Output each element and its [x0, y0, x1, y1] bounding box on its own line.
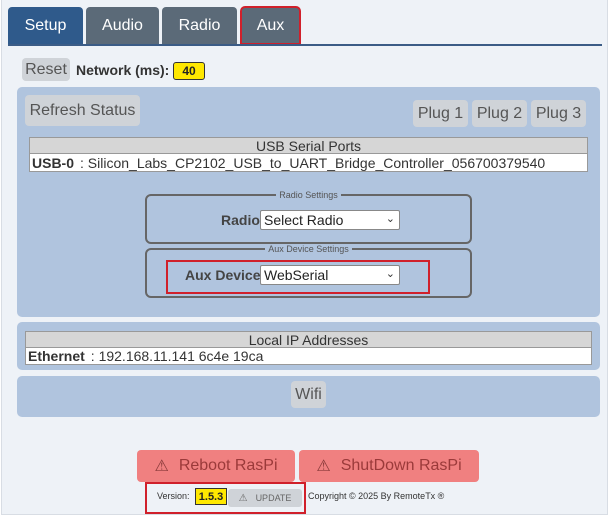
radio-select-value: Select Radio — [264, 212, 344, 228]
update-button[interactable]: ⚠ UPDATE — [228, 489, 302, 507]
aux-device-label: Aux Device — [185, 267, 261, 283]
chevron-down-icon: ⌄ — [385, 213, 395, 225]
network-label: Network (ms): — [76, 62, 170, 78]
shutdown-raspi-label: ShutDown RasPi — [340, 457, 462, 474]
plug-2-button[interactable]: Plug 2 — [472, 100, 527, 127]
wifi-button[interactable]: Wifi — [291, 381, 326, 408]
usb-serial-ports-header: USB Serial Ports — [29, 137, 588, 154]
tab-setup[interactable]: Setup — [8, 7, 83, 44]
aux-device-select[interactable]: WebSerial ⌄ — [260, 265, 400, 285]
reboot-raspi-button[interactable]: ⚠ Reboot RasPi — [137, 450, 295, 482]
ip-address-value: : 192.168.11.141 6c4e 19ca — [90, 348, 264, 364]
update-label: UPDATE — [255, 493, 292, 503]
plug-1-button[interactable]: Plug 1 — [413, 100, 468, 127]
aux-device-select-value: WebSerial — [264, 267, 329, 283]
shutdown-raspi-button[interactable]: ⚠ ShutDown RasPi — [299, 450, 479, 482]
copyright-text: Copyright © 2025 By RemoteTx ® — [308, 491, 445, 501]
radio-label: Radio — [221, 212, 260, 228]
tab-radio[interactable]: Radio — [162, 7, 237, 44]
network-value-badge: 40 — [173, 62, 205, 80]
aux-device-settings-legend: Aux Device Settings — [268, 244, 349, 254]
tab-aux[interactable]: Aux — [240, 6, 301, 45]
warning-icon: ⚠ — [154, 458, 169, 475]
tab-audio[interactable]: Audio — [86, 7, 159, 44]
usb-port-value: : Silicon_Labs_CP2102_USB_to_UART_Bridge… — [80, 154, 546, 171]
version-badge: 1.5.3 — [195, 488, 227, 505]
reboot-raspi-label: Reboot RasPi — [178, 457, 278, 474]
reset-button[interactable]: Reset — [22, 58, 70, 81]
tab-underline — [8, 44, 602, 46]
ip-row: Ethernet : 192.168.11.141 6c4e 19ca — [25, 348, 592, 365]
usb-port-row: USB-0 : Silicon_Labs_CP2102_USB_to_UART_… — [29, 154, 588, 172]
warning-icon: ⚠ — [238, 492, 248, 504]
usb-port-name: USB-0 — [32, 154, 75, 171]
version-label: Version: — [157, 491, 190, 501]
ip-interface-name: Ethernet — [28, 348, 85, 364]
refresh-status-button[interactable]: Refresh Status — [25, 95, 140, 126]
radio-select[interactable]: Select Radio ⌄ — [260, 210, 400, 230]
radio-settings-legend: Radio Settings — [279, 190, 338, 200]
local-ip-header: Local IP Addresses — [25, 331, 592, 348]
plug-3-button[interactable]: Plug 3 — [531, 100, 586, 127]
chevron-down-icon: ⌄ — [385, 268, 395, 280]
warning-icon: ⚠ — [316, 458, 331, 475]
